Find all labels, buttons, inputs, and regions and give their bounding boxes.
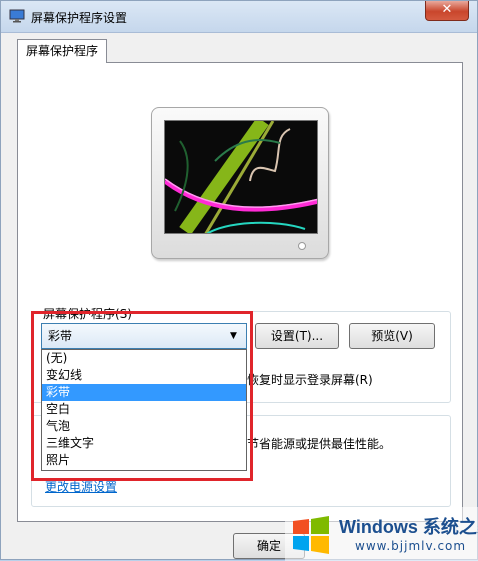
settings-button[interactable]: 设置(T)... (255, 323, 339, 349)
option-3d-text[interactable]: 三维文字 (42, 435, 246, 452)
title-bar[interactable]: 屏幕保护程序设置 ✕ (1, 1, 477, 33)
preview-monitor (151, 107, 329, 259)
option-ribbons[interactable]: 彩带 (42, 384, 246, 401)
screensaver-select-value: 彩带 (48, 329, 73, 343)
power-description: 节省能源或提供最佳性能。 (247, 437, 392, 451)
option-mystify[interactable]: 变幻线 (42, 367, 246, 384)
chevron-down-icon: ▼ (230, 331, 237, 341)
monitor-icon (9, 9, 25, 23)
screensaver-options-list: (无) 变幻线 彩带 空白 气泡 三维文字 照片 (41, 349, 247, 471)
window-title: 屏幕保护程序设置 (31, 11, 128, 25)
change-power-settings-link[interactable]: 更改电源设置 (45, 478, 117, 495)
watermark-title: Windows 系统之家 (339, 517, 478, 537)
resume-logon-checkbox-label[interactable]: 恢复时显示登录屏幕(R) (247, 371, 373, 388)
screensaver-group-label: 屏幕保护程序(S) (41, 305, 134, 322)
option-bubbles[interactable]: 气泡 (42, 418, 246, 435)
windows-logo-icon (293, 516, 329, 554)
tab-screensaver[interactable]: 屏幕保护程序 (17, 39, 107, 63)
screensaver-settings-window: 屏幕保护程序设置 ✕ 屏幕保护程序 屏幕保护程序(S) 彩带 ▼ 设置(T)..… (0, 0, 478, 561)
close-button[interactable]: ✕ (425, 1, 469, 21)
screensaver-select[interactable]: 彩带 ▼ (41, 323, 247, 349)
preview-button[interactable]: 预览(V) (349, 323, 435, 349)
option-none[interactable]: (无) (42, 350, 246, 367)
watermark: Windows 系统之家 www.bjjmlv.com (285, 507, 478, 561)
monitor-power-button (298, 242, 306, 250)
option-photos[interactable]: 照片 (42, 452, 246, 469)
close-icon: ✕ (441, 2, 453, 17)
watermark-url: www.bjjmlv.com (355, 539, 467, 553)
screensaver-preview (164, 120, 318, 234)
option-blank[interactable]: 空白 (42, 401, 246, 418)
